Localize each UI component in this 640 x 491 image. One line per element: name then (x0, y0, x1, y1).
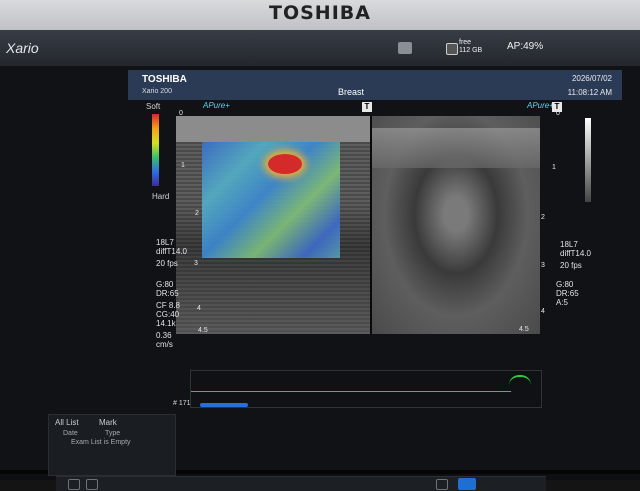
left-dr: DR:65 (156, 289, 179, 298)
settings-icon[interactable] (436, 479, 448, 490)
disk-status-label: free (459, 39, 472, 46)
left-gain-params: G:80 DR:65 CF 8.8 CG:40 14.1k 0.36 cm/s (156, 280, 180, 349)
exam-list-empty: Exam List is Empty (71, 439, 131, 446)
left-velocity-unit: cm/s (156, 340, 173, 349)
elasto-soft-label: Soft (146, 102, 161, 111)
left-probe: 18L7 (156, 238, 174, 247)
doppler-peak (509, 375, 531, 393)
left-velocity: 0.36 (156, 331, 172, 340)
grayscale-bar (585, 118, 591, 202)
right-probe: 18L7 (560, 240, 578, 249)
left-prf: 14.1k (156, 319, 176, 328)
right-gain-params: G:80 DR:65 A:5 (556, 280, 579, 307)
left-fps: 20 fps (156, 259, 178, 268)
exam-time: 11:08:12 AM (567, 88, 612, 97)
disk-free-value: 112 GB (459, 47, 483, 54)
manufacturer-label: TOSHIBA (142, 74, 187, 85)
right-depth-3: 3 (541, 262, 545, 269)
top-status-bar: Xario free 112 GB AP:49% (0, 30, 640, 66)
right-freq: diffT14.0 (560, 249, 591, 258)
right-a: A:5 (556, 298, 569, 307)
screen-content: Xario free 112 GB AP:49% TOSHIBA Xario 2… (0, 30, 640, 491)
left-cf: CF 8.8 (156, 301, 181, 310)
right-fps: 20 fps (560, 261, 582, 270)
doppler-baseline (191, 391, 511, 392)
tab-mark[interactable]: Mark (99, 418, 117, 427)
monitor-bezel: TOSHIBA (0, 0, 640, 30)
toolbar-icon-1[interactable] (68, 479, 80, 490)
bezel-brand: TOSHIBA (269, 2, 371, 24)
right-depth-45: 4.5 (519, 326, 529, 333)
app-logo: Xario (6, 40, 39, 56)
tab-all-list[interactable]: All List (55, 418, 79, 427)
frame-counter: # 171 (173, 400, 191, 407)
toolbar-icon-2[interactable] (86, 479, 98, 490)
right-dr: DR:65 (556, 289, 579, 298)
left-probe-params: 18L7 diffT14.0 20 fps (156, 238, 187, 268)
patient-info-bar: TOSHIBA Xario 200 Breast 2026/07/02 11:0… (128, 70, 622, 100)
exam-col-type[interactable]: Type (105, 430, 120, 437)
right-image-mode: APure+ (527, 101, 554, 110)
left-depth-2: 2 (195, 210, 199, 217)
printer-icon[interactable] (398, 42, 412, 54)
preset-label: Breast (338, 87, 365, 97)
disk-free: free 112 GB (459, 39, 482, 55)
monitor-screen: Xario free 112 GB AP:49% TOSHIBA Xario 2… (0, 30, 640, 491)
elasto-colorbar (152, 114, 159, 186)
model-label: Xario 200 (142, 88, 172, 95)
right-ultrasound-image[interactable] (372, 116, 540, 334)
left-depth-3: 3 (194, 260, 198, 267)
elastography-lesion (268, 154, 302, 174)
exam-list-panel: All List Mark Date Type Exam List is Emp… (48, 414, 176, 476)
right-probe-params: 18L7 diffT14.0 20 fps (560, 240, 591, 270)
left-ultrasound-image[interactable] (176, 116, 370, 334)
left-cg: CG:40 (156, 310, 180, 319)
left-image-mode: APure+ (203, 101, 230, 110)
acoustic-power: AP:49% (507, 41, 544, 52)
cine-scrollbar[interactable] (200, 403, 248, 407)
disk-icon (446, 43, 458, 55)
right-depth-4: 4 (541, 308, 545, 315)
left-freq: diffT14.0 (156, 247, 187, 256)
left-gain: G:80 (156, 280, 174, 289)
left-orientation-marker: T (362, 102, 372, 112)
left-depth-1: 1 (181, 162, 185, 169)
exam-col-date[interactable]: Date (63, 430, 78, 437)
left-depth-4: 4 (197, 305, 201, 312)
right-depth-1: 1 (552, 164, 556, 171)
left-depth-0: 0 (179, 110, 183, 117)
left-depth-45: 4.5 (198, 327, 208, 334)
elasto-hard-label: Hard (152, 192, 170, 201)
exam-date: 2026/07/02 (571, 74, 612, 83)
right-gain: G:80 (556, 280, 574, 289)
right-depth-2: 2 (541, 214, 545, 221)
right-depth-0: 0 (556, 110, 560, 117)
